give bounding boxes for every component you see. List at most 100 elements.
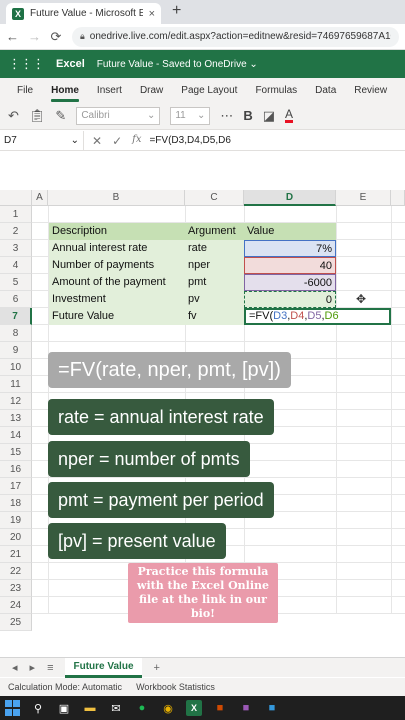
formula-input[interactable]: =FV(D3,D4,D5,D6 bbox=[149, 135, 230, 146]
row-header-3[interactable]: 3 bbox=[0, 240, 32, 257]
table-row-argument[interactable]: fv bbox=[185, 308, 244, 325]
sheet-tab-future-value[interactable]: Future Value bbox=[65, 657, 142, 678]
row-header-24[interactable]: 24 bbox=[0, 597, 32, 614]
calculation-mode[interactable]: Calculation Mode: Automatic bbox=[8, 682, 122, 692]
row-header-17[interactable]: 17 bbox=[0, 478, 32, 495]
font-size-select[interactable]: 11 ⌄ bbox=[170, 106, 211, 125]
tab-review[interactable]: Review bbox=[345, 85, 396, 102]
add-sheet-button[interactable]: + bbox=[154, 662, 160, 674]
forward-arrow-icon[interactable]: → bbox=[28, 29, 41, 44]
app-launcher-icon[interactable]: ⋮⋮⋮ bbox=[8, 56, 45, 72]
cancel-icon[interactable]: ✕ bbox=[92, 134, 102, 148]
tab-close-icon[interactable]: × bbox=[149, 8, 155, 20]
table-row-description[interactable]: Amount of the payment bbox=[49, 274, 185, 291]
app-icon[interactable]: ■ bbox=[264, 700, 280, 716]
row-header-25[interactable]: 25 bbox=[0, 614, 32, 631]
row-header-12[interactable]: 12 bbox=[0, 393, 32, 410]
task-view-icon[interactable]: ▣ bbox=[56, 700, 72, 716]
row-header-11[interactable]: 11 bbox=[0, 376, 32, 393]
clipboard-icon[interactable]: 📋︎ bbox=[29, 108, 46, 124]
active-cell-d7[interactable]: =FV(D3,D4,D5,D6 bbox=[244, 308, 391, 325]
workbook-statistics[interactable]: Workbook Statistics bbox=[136, 682, 215, 692]
chrome-icon[interactable]: ◉ bbox=[160, 700, 176, 716]
row-header-19[interactable]: 19 bbox=[0, 512, 32, 529]
back-arrow-icon[interactable]: ← bbox=[6, 29, 19, 44]
name-box[interactable]: D7 ⌄ bbox=[0, 130, 84, 151]
row-header-20[interactable]: 20 bbox=[0, 529, 32, 546]
insert-function-icon[interactable]: fx bbox=[132, 134, 141, 148]
row-header-10[interactable]: 10 bbox=[0, 359, 32, 376]
search-icon[interactable]: ⚲ bbox=[30, 700, 46, 716]
url-field[interactable]: 🔒︎ onedrive.live.com/edit.aspx?action=ed… bbox=[72, 26, 399, 47]
table-row-argument[interactable]: pmt bbox=[185, 274, 244, 291]
table-row-value[interactable]: -6000 bbox=[244, 274, 336, 291]
table-row-argument[interactable]: rate bbox=[185, 240, 244, 257]
row-header-2[interactable]: 2 bbox=[0, 223, 32, 240]
tab-home[interactable]: Home bbox=[42, 85, 88, 102]
row-header-15[interactable]: 15 bbox=[0, 444, 32, 461]
row-header-14[interactable]: 14 bbox=[0, 427, 32, 444]
select-all-corner[interactable] bbox=[0, 190, 32, 206]
row-header-21[interactable]: 21 bbox=[0, 546, 32, 563]
excel-taskbar-icon[interactable]: X bbox=[186, 700, 202, 716]
file-explorer-icon[interactable]: ▬ bbox=[82, 700, 98, 716]
undo-icon[interactable]: ↶ bbox=[8, 108, 19, 124]
row-header-18[interactable]: 18 bbox=[0, 495, 32, 512]
document-title[interactable]: Future Value - Saved to OneDrive ⌄ bbox=[97, 59, 258, 70]
tab-insert[interactable]: Insert bbox=[88, 85, 131, 102]
tab-data[interactable]: Data bbox=[306, 85, 345, 102]
column-header-e[interactable]: E bbox=[336, 190, 391, 206]
fill-color-icon[interactable]: ◪ bbox=[263, 108, 275, 124]
table-row-value[interactable]: 40 bbox=[244, 257, 336, 274]
header-description[interactable]: Description bbox=[49, 223, 185, 240]
column-header-d[interactable]: D bbox=[244, 190, 336, 206]
column-header-f[interactable] bbox=[391, 190, 405, 206]
table-row-description[interactable]: Future Value bbox=[49, 308, 185, 325]
row-header-5[interactable]: 5 bbox=[0, 274, 32, 291]
table-row-description[interactable]: Investment bbox=[49, 291, 185, 308]
scroll-left-icon[interactable]: ◂ bbox=[12, 661, 18, 674]
tab-page-layout[interactable]: Page Layout bbox=[172, 85, 246, 102]
tab-draw[interactable]: Draw bbox=[131, 85, 172, 102]
windows-start-icon[interactable] bbox=[4, 700, 20, 716]
header-value[interactable]: Value bbox=[244, 223, 336, 240]
row-header-6[interactable]: 6 bbox=[0, 291, 32, 308]
tab-file[interactable]: File bbox=[8, 85, 42, 102]
table-row-argument[interactable]: nper bbox=[185, 257, 244, 274]
column-header-c[interactable]: C bbox=[185, 190, 244, 206]
sheet-list-icon[interactable]: ≡ bbox=[47, 662, 53, 674]
table-row-argument[interactable]: pv bbox=[185, 291, 244, 308]
scroll-right-icon[interactable]: ▸ bbox=[30, 661, 36, 674]
format-painter-icon[interactable]: ✎ bbox=[55, 108, 66, 124]
browser-tab[interactable]: X Future Value - Microsoft Excel O × bbox=[6, 3, 161, 24]
app-icon[interactable]: ■ bbox=[238, 700, 254, 716]
row-header-16[interactable]: 16 bbox=[0, 461, 32, 478]
column-header-a[interactable]: A bbox=[32, 190, 48, 206]
bold-button[interactable]: B bbox=[243, 108, 252, 123]
table-row-value[interactable]: 0 bbox=[244, 291, 336, 308]
column-header-b[interactable]: B bbox=[48, 190, 185, 206]
row-header-22[interactable]: 22 bbox=[0, 563, 32, 580]
table-row-value[interactable]: 7% bbox=[244, 240, 336, 257]
new-tab-button[interactable]: + bbox=[172, 2, 181, 20]
row-header-9[interactable]: 9 bbox=[0, 342, 32, 359]
mail-icon[interactable]: ✉ bbox=[108, 700, 124, 716]
spotify-icon[interactable]: ● bbox=[134, 700, 150, 716]
header-argument[interactable]: Argument bbox=[185, 223, 244, 240]
table-row-description[interactable]: Annual interest rate bbox=[49, 240, 185, 257]
app-icon[interactable]: ■ bbox=[212, 700, 228, 716]
row-header-8[interactable]: 8 bbox=[0, 325, 32, 342]
more-icon[interactable]: ⋯ bbox=[220, 108, 233, 124]
reload-icon[interactable]: ⟳ bbox=[50, 29, 62, 45]
app-name[interactable]: Excel bbox=[56, 58, 85, 70]
enter-check-icon[interactable]: ✓ bbox=[112, 134, 122, 148]
row-header-13[interactable]: 13 bbox=[0, 410, 32, 427]
font-color-button[interactable]: A bbox=[285, 108, 294, 123]
row-header-7[interactable]: 7 bbox=[0, 308, 32, 325]
font-name-select[interactable]: Calibri ⌄ bbox=[76, 106, 161, 125]
row-header-4[interactable]: 4 bbox=[0, 257, 32, 274]
row-header-1[interactable]: 1 bbox=[0, 206, 32, 223]
row-header-23[interactable]: 23 bbox=[0, 580, 32, 597]
table-row-description[interactable]: Number of payments bbox=[49, 257, 185, 274]
tab-formulas[interactable]: Formulas bbox=[246, 85, 306, 102]
